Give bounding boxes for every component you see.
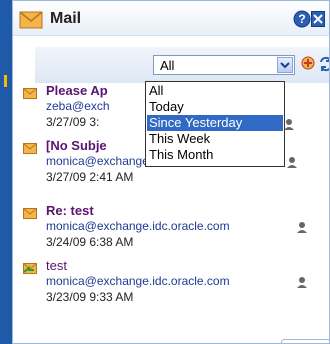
- person-icon[interactable]: [286, 156, 298, 169]
- message-subject[interactable]: test: [46, 258, 67, 273]
- mail-portlet: Mail ? All Please Ap zeba@exch 3/27/09 3…: [12, 0, 330, 344]
- message-sender: monica@exchange.idc.oracle.com: [46, 219, 230, 233]
- portlet-title-bar: Mail ?: [13, 1, 329, 36]
- filter-toolbar: All: [35, 47, 330, 83]
- message-subject[interactable]: Re: test: [46, 203, 94, 218]
- help-icon[interactable]: ?: [293, 10, 311, 28]
- person-icon[interactable]: [296, 221, 308, 234]
- mail-portlet-stage: Mail ? All Please Ap zeba@exch 3/27/09 3…: [0, 0, 330, 344]
- date-filter-dropdown: All Today Since Yesterday This Week This…: [145, 81, 285, 167]
- left-frame-marker: [4, 75, 7, 87]
- message-date: 3/27/09 3:: [46, 115, 100, 129]
- dropdown-option-all[interactable]: All: [147, 83, 283, 99]
- person-icon[interactable]: [296, 276, 308, 289]
- portlet-title: Mail: [50, 10, 82, 27]
- dropdown-option-since-yesterday[interactable]: Since Yesterday: [147, 115, 283, 131]
- bottom-button-stub[interactable]: [281, 339, 329, 343]
- message-row[interactable]: Re: test monica@exchange.idc.oracle.com …: [13, 203, 329, 263]
- dropdown-option-today[interactable]: Today: [147, 99, 283, 115]
- dropdown-option-this-week[interactable]: This Week: [147, 131, 283, 147]
- message-sender: monica@exchange.idc.oracle.com: [46, 274, 230, 288]
- new-message-icon[interactable]: [301, 56, 315, 70]
- message-subject[interactable]: [No Subje: [46, 138, 107, 153]
- envelope-icon: [23, 208, 37, 219]
- date-filter-value: All: [160, 58, 175, 73]
- message-sender: zeba@exch: [46, 99, 110, 113]
- message-date: 3/24/09 6:38 AM: [46, 235, 134, 249]
- message-row[interactable]: test monica@exchange.idc.oracle.com 3/23…: [13, 258, 329, 318]
- mail-icon: [19, 11, 43, 29]
- envelope-icon: [23, 88, 37, 99]
- svg-text:?: ?: [298, 12, 305, 26]
- chevron-down-icon[interactable]: [277, 57, 293, 73]
- close-icon[interactable]: [311, 11, 325, 27]
- message-date: 3/23/09 9:33 AM: [46, 290, 134, 304]
- message-subject[interactable]: Please Ap: [46, 83, 108, 98]
- message-date: 3/27/09 2:41 AM: [46, 170, 134, 184]
- refresh-icon[interactable]: [318, 56, 330, 72]
- envelope-icon: [23, 143, 37, 154]
- envelope-reply-icon: [23, 263, 37, 274]
- dropdown-option-this-month[interactable]: This Month: [147, 147, 283, 163]
- date-filter-select[interactable]: All: [153, 55, 295, 75]
- left-frame-strip: [0, 0, 12, 344]
